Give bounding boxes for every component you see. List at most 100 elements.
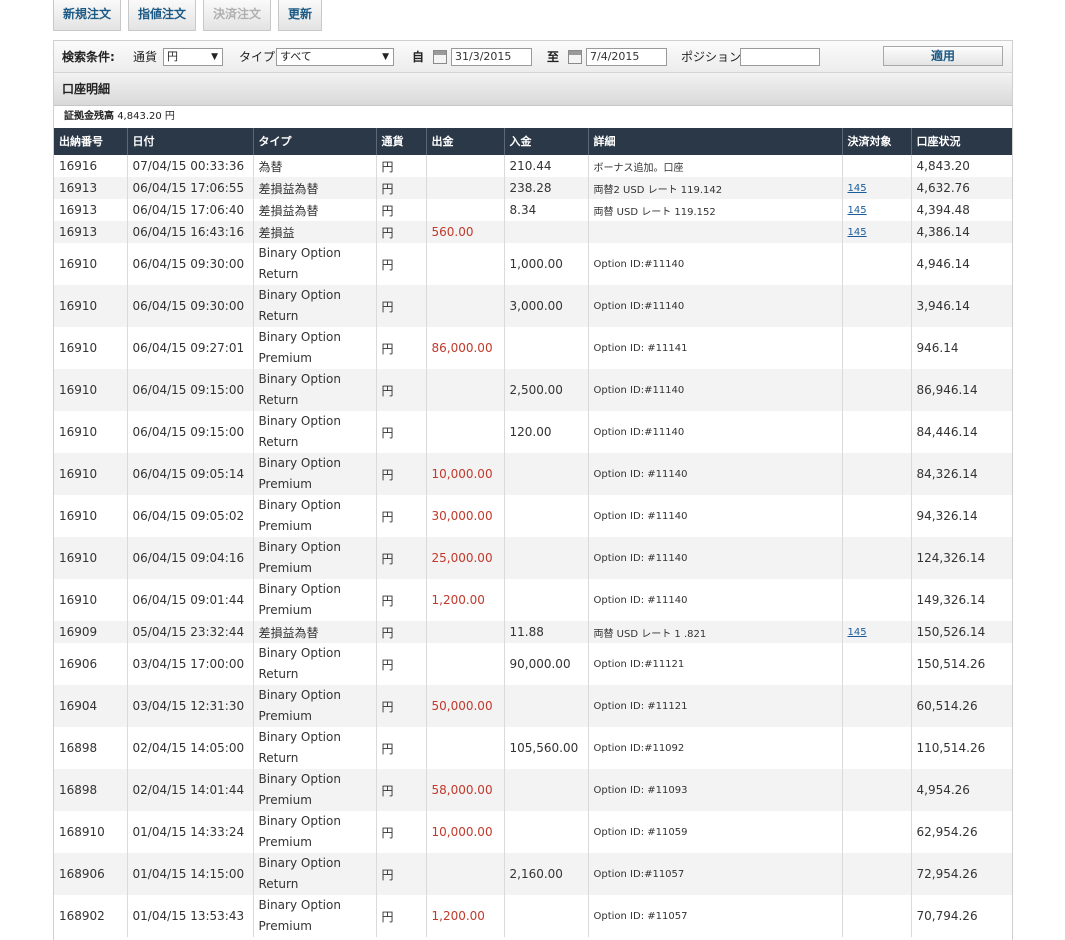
cell-account-status: 62,954.26 <box>911 811 1012 853</box>
cell-account-status: 94,326.14 <box>911 495 1012 537</box>
cell-settle-target <box>842 727 912 769</box>
cell-deposit <box>504 769 589 811</box>
cell-type: 差損益 <box>253 221 377 243</box>
cell-id: 16904 <box>54 685 128 727</box>
apply-button[interactable]: 適用 <box>883 46 1003 66</box>
cell-currency: 円 <box>376 685 427 727</box>
cell-type: Binary Option Premium <box>253 495 377 537</box>
cell-currency: 円 <box>376 811 427 853</box>
cell-currency: 円 <box>376 155 427 177</box>
cell-deposit: 90,000.00 <box>504 643 589 685</box>
refresh-button[interactable]: 更新 <box>278 0 323 31</box>
cell-id: 16910 <box>54 495 128 537</box>
cell-type: Binary Option Premium <box>253 327 377 369</box>
cell-currency: 円 <box>376 285 427 327</box>
cell-withdrawal <box>426 621 505 643</box>
cell-detail: Option ID:#11121 <box>588 643 843 685</box>
currency-value: 円 <box>167 50 178 63</box>
table-row: 16910 06/04/15 09:01:44 Binary Option Prem… <box>54 579 1012 621</box>
cell-currency: 円 <box>376 727 427 769</box>
col-settle-target-header: 決済対象 <box>842 128 912 155</box>
settle-order-button[interactable]: 決済注文 <box>203 0 272 31</box>
cell-detail: Option ID: #11140 <box>588 453 843 495</box>
margin-balance-value: 4,843.20 円 <box>117 111 175 122</box>
calendar-icon[interactable] <box>568 50 582 64</box>
cell-date: 06/04/15 16:43:16 <box>127 221 254 243</box>
cell-withdrawal: 50,000.00 <box>426 685 505 727</box>
cell-date: 05/04/15 23:32:44 <box>127 621 254 643</box>
table-row: 16913 06/04/15 17:06:40 差損益為替円 8.34 両替 USD レ… <box>54 199 1012 221</box>
cell-account-status: 124,326.14 <box>911 537 1012 579</box>
cell-withdrawal: 560.00 <box>426 221 505 243</box>
to-date-input[interactable]: 7/4/2015 <box>586 48 667 66</box>
cell-deposit <box>504 811 589 853</box>
cell-deposit <box>504 685 589 727</box>
cell-settle-target <box>842 579 912 621</box>
cell-date: 06/04/15 09:04:16 <box>127 537 254 579</box>
table-row: 16910 06/04/15 09:05:02 Binary Option Prem… <box>54 495 1012 537</box>
cell-currency: 円 <box>376 769 427 811</box>
cell-date: 03/04/15 12:31:30 <box>127 685 254 727</box>
calendar-icon[interactable] <box>433 50 447 64</box>
cell-deposit <box>504 579 589 621</box>
margin-balance: 証拠金残高 4,843.20 円 <box>54 106 1012 128</box>
cell-account-status: 4,843.20 <box>911 155 1012 177</box>
cell-currency: 円 <box>376 453 427 495</box>
cell-withdrawal <box>426 643 505 685</box>
cell-settle-target[interactable]: 145 <box>842 177 912 199</box>
type-select[interactable]: すべて ▼ <box>276 48 394 66</box>
cell-detail: Option ID: #11093 <box>588 769 843 811</box>
cell-id: 168902 <box>54 895 128 937</box>
col-account-status-header: 口座状況 <box>911 128 1012 155</box>
cell-date: 06/04/15 17:06:40 <box>127 199 254 221</box>
cell-detail: Option ID:#11140 <box>588 285 843 327</box>
type-value: すべて <box>280 50 312 63</box>
cell-account-status: 70,794.26 <box>911 895 1012 937</box>
cell-deposit <box>504 221 589 243</box>
cell-account-status: 84,446.14 <box>911 411 1012 453</box>
cell-withdrawal: 1,200.00 <box>426 579 505 621</box>
cell-account-status: 84,326.14 <box>911 453 1012 495</box>
cell-account-status: 4,632.76 <box>911 177 1012 199</box>
cell-currency: 円 <box>376 221 427 243</box>
cell-account-status: 4,394.48 <box>911 199 1012 221</box>
filter-label: 検索条件: <box>62 50 115 64</box>
cell-currency: 円 <box>376 621 427 643</box>
cell-id: 16906 <box>54 643 128 685</box>
cell-detail: Option ID:#11140 <box>588 369 843 411</box>
cell-type: Binary Option Premium <box>253 895 377 937</box>
cell-id: 16898 <box>54 727 128 769</box>
col-id-header: 出納番号 <box>54 128 128 155</box>
cell-settle-target[interactable]: 145 <box>842 621 912 643</box>
cell-date: 06/04/15 09:05:14 <box>127 453 254 495</box>
position-input[interactable] <box>740 48 820 66</box>
cell-date: 03/04/15 17:00:00 <box>127 643 254 685</box>
table-row: 168906 01/04/15 14:15:00 Binary Option Ret… <box>54 853 1012 895</box>
cell-detail: Option ID: #11141 <box>588 327 843 369</box>
cell-type: Binary Option Premium <box>253 811 377 853</box>
table-row: 16909 05/04/15 23:32:44 差損益為替円 11.88 両替 USD … <box>54 621 1012 643</box>
cell-type: Binary Option Return <box>253 411 377 453</box>
currency-select[interactable]: 円 ▼ <box>163 48 223 66</box>
cell-account-status: 4,386.14 <box>911 221 1012 243</box>
cell-detail: 両替 USD レート 1 .821 <box>588 621 843 643</box>
cell-deposit: 210.44 <box>504 155 589 177</box>
table-row: 16904 03/04/15 12:31:30 Binary Option Prem… <box>54 685 1012 727</box>
cell-detail: Option ID:#11092 <box>588 727 843 769</box>
cell-currency: 円 <box>376 369 427 411</box>
cell-detail: Option ID:#11140 <box>588 243 843 285</box>
table-row: 16913 06/04/15 17:06:55 差損益為替円 238.28 両替2 US… <box>54 177 1012 199</box>
cell-settle-target[interactable]: 145 <box>842 221 912 243</box>
limit-order-button[interactable]: 指値注文 <box>128 0 197 31</box>
from-date-input[interactable]: 31/3/2015 <box>451 48 532 66</box>
col-deposit-header: 入金 <box>504 128 589 155</box>
new-order-button[interactable]: 新規注文 <box>53 0 122 31</box>
col-detail-header: 詳細 <box>588 128 843 155</box>
cell-type: Binary Option Premium <box>253 769 377 811</box>
cell-currency: 円 <box>376 895 427 937</box>
cell-account-status: 72,954.26 <box>911 853 1012 895</box>
cell-settle-target[interactable]: 145 <box>842 199 912 221</box>
cell-date: 06/04/15 09:05:02 <box>127 495 254 537</box>
cell-deposit <box>504 537 589 579</box>
col-type-header: タイプ <box>253 128 377 155</box>
